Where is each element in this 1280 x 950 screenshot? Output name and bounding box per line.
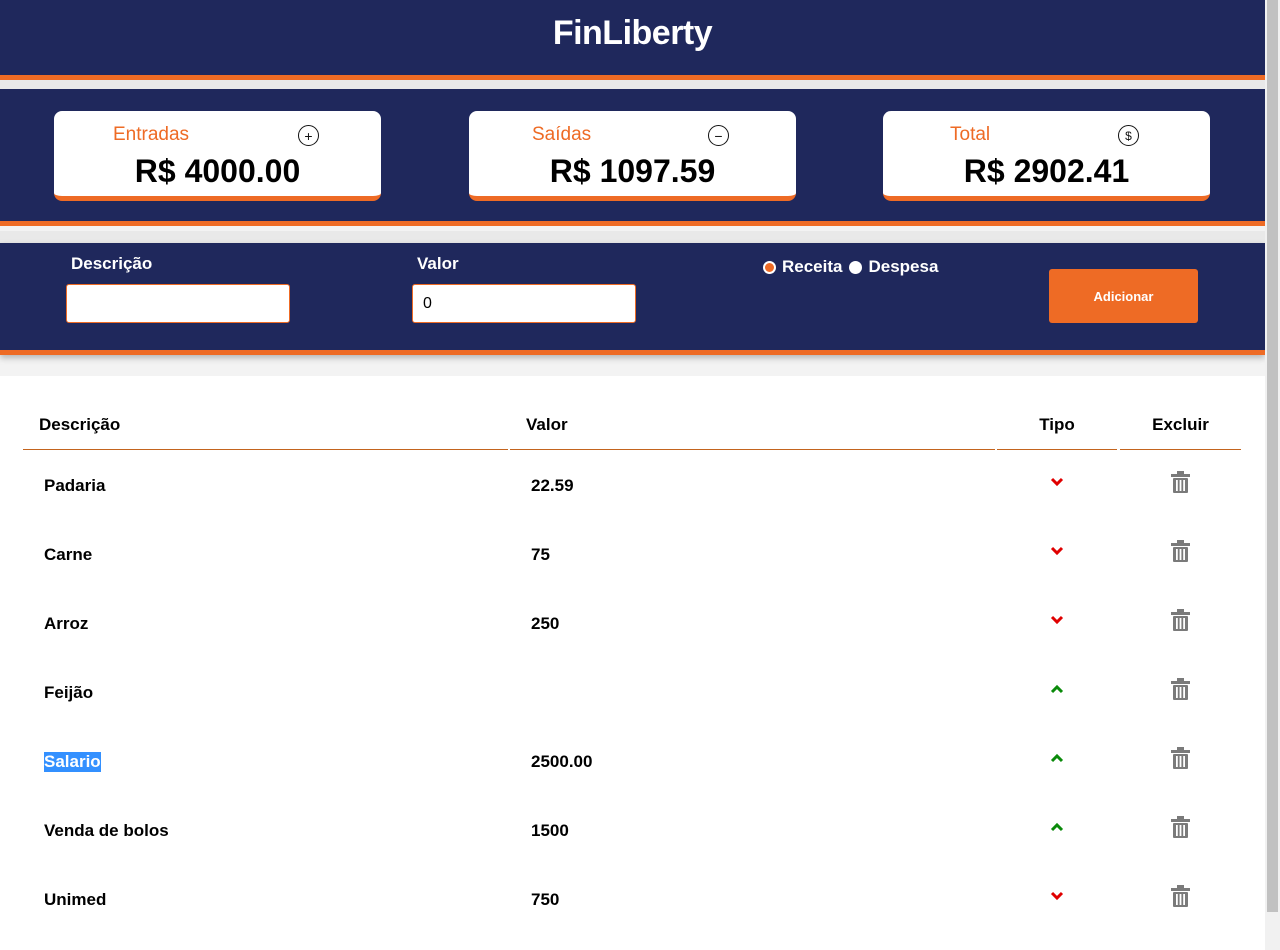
description-input[interactable] xyxy=(66,284,290,323)
row-description-text: Feijão xyxy=(44,682,94,702)
income-label: Entradas xyxy=(113,124,190,145)
row-value: 22.59 xyxy=(531,475,574,495)
divider xyxy=(0,231,1265,243)
row-value: 75 xyxy=(531,544,550,564)
total-label: Total xyxy=(950,124,991,145)
table-row: Padaria 22.59 xyxy=(0,451,1265,520)
arrow-down-icon xyxy=(1045,585,1069,654)
radio-income-label[interactable]: Receita xyxy=(782,257,842,277)
row-description: Feijão xyxy=(44,658,93,727)
row-description-text: Venda de bolos xyxy=(44,820,169,840)
total-value: R$ 2902.41 xyxy=(963,153,1130,189)
income-card: Entradas + R$ 4000.00 xyxy=(54,111,381,201)
arrow-down-icon xyxy=(1045,516,1069,585)
expense-value: R$ 1097.59 xyxy=(549,153,716,189)
plus-circle-icon: + xyxy=(298,125,319,146)
row-description-text: Salario xyxy=(44,751,101,772)
row-description-text: Carne xyxy=(44,544,93,564)
row-value: 250 xyxy=(531,613,560,633)
row-description: Arroz xyxy=(44,589,88,658)
trash-icon[interactable] xyxy=(1168,792,1192,861)
app-header: FinLiberty xyxy=(0,0,1265,80)
dollar-circle-icon: $ xyxy=(1118,125,1139,146)
row-value: 1500 xyxy=(531,820,569,840)
row-description-text: Unimed xyxy=(44,889,107,909)
app-title: FinLiberty xyxy=(552,14,713,52)
value-label: Valor xyxy=(417,254,459,273)
expense-label: Saídas xyxy=(532,124,592,145)
table-row: Feijão xyxy=(0,658,1265,727)
arrow-down-icon xyxy=(1045,447,1069,516)
table-row: Salario 2500.00 xyxy=(0,727,1265,796)
trash-icon[interactable] xyxy=(1168,723,1192,792)
income-value: R$ 4000.00 xyxy=(134,153,301,189)
summary-panel: Entradas + R$ 4000.00 Saídas − R$ 1097.5… xyxy=(0,89,1265,226)
arrow-up-icon xyxy=(1045,654,1069,723)
total-card: Total $ R$ 2902.41 xyxy=(883,111,1210,201)
row-description: Padaria xyxy=(44,451,105,520)
radio-income[interactable] xyxy=(763,260,776,274)
table-row: Carne 75 xyxy=(0,520,1265,589)
row-description: Unimed xyxy=(44,865,106,934)
row-description: Carne xyxy=(44,520,92,589)
add-button[interactable]: Adicionar xyxy=(1049,269,1198,323)
row-description-text: Arroz xyxy=(44,613,89,633)
trash-icon[interactable] xyxy=(1168,585,1192,654)
trash-icon[interactable] xyxy=(1168,654,1192,723)
header-description: Descrição xyxy=(23,404,508,450)
radio-expense-label[interactable]: Despesa xyxy=(868,257,938,277)
trash-icon[interactable] xyxy=(1168,447,1192,516)
scrollbar-thumb[interactable] xyxy=(1267,0,1278,912)
header-type: Tipo xyxy=(997,404,1117,450)
radio-expense[interactable] xyxy=(849,260,863,274)
transactions-table: Descrição Valor Tipo Excluir Padaria 22.5… xyxy=(0,376,1265,950)
arrow-down-icon xyxy=(1045,861,1069,930)
table-row: Arroz 250 xyxy=(0,589,1265,658)
table-row: Venda de bolos 1500 xyxy=(0,796,1265,865)
divider xyxy=(0,80,1265,89)
arrow-up-icon xyxy=(1045,792,1069,861)
description-label: Descrição xyxy=(71,254,153,273)
entry-form: Descrição Valor Receita Despesa Adiciona… xyxy=(0,243,1265,355)
value-input[interactable] xyxy=(412,284,636,323)
expense-card: Saídas − R$ 1097.59 xyxy=(469,111,796,201)
table-row: Unimed 750 xyxy=(0,865,1265,934)
trash-icon[interactable] xyxy=(1168,516,1192,585)
row-value: 2500.00 xyxy=(531,751,593,771)
page: FinLiberty Entradas + R$ 4000.00 Saídas … xyxy=(0,0,1265,950)
type-radio-group: Receita Despesa xyxy=(763,257,945,277)
trash-icon[interactable] xyxy=(1168,861,1192,930)
row-description: Salario xyxy=(44,727,101,796)
row-description-text: Padaria xyxy=(44,475,106,495)
row-description: Venda de bolos xyxy=(44,796,169,865)
header-value: Valor xyxy=(510,404,995,450)
arrow-up-icon xyxy=(1045,723,1069,792)
header-delete: Excluir xyxy=(1120,404,1241,450)
row-value: 750 xyxy=(531,889,560,909)
minus-circle-icon: − xyxy=(708,125,729,146)
